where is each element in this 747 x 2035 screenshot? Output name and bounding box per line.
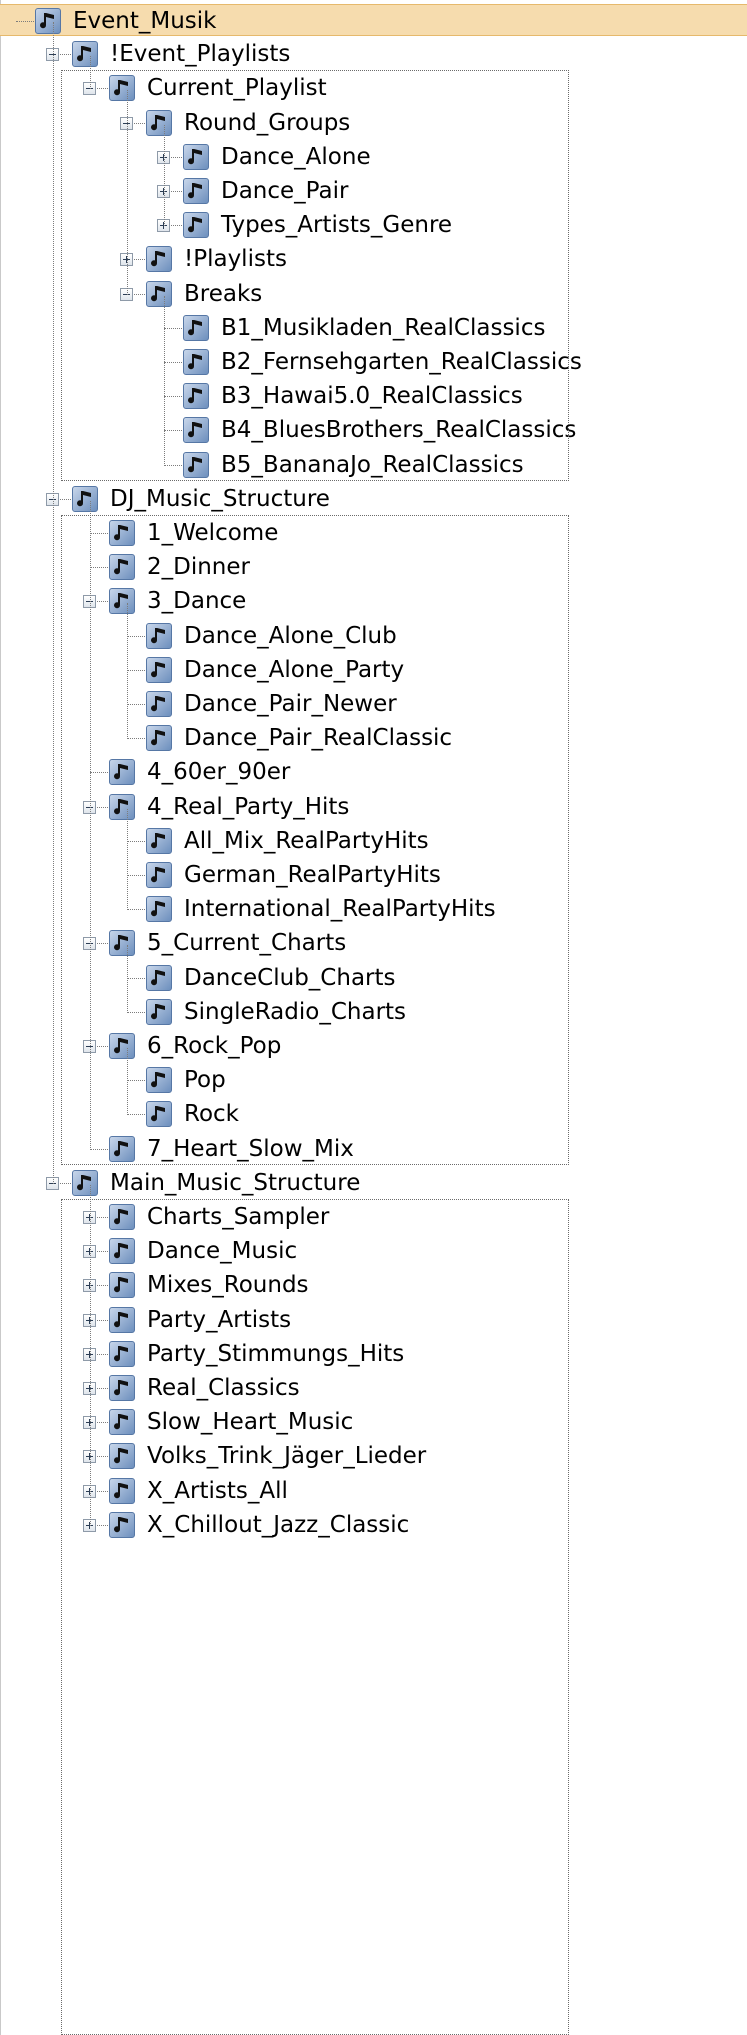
tree-node-label: DJ_Music_Structure	[110, 485, 330, 512]
tree-connector	[16, 21, 34, 22]
music-note-icon	[35, 8, 61, 34]
music-tree-view[interactable]: Event_Musik !Event_Playlists Current_Playl…	[0, 0, 747, 2035]
music-note-icon	[72, 485, 98, 512]
tree-row-main-music-structure[interactable]: Main_Music_Structure	[0, 1167, 747, 1199]
tree-row-dj-music-structure[interactable]: DJ_Music_Structure	[0, 483, 747, 515]
tree-node-label: !Event_Playlists	[110, 41, 291, 68]
music-note-icon	[72, 1169, 98, 1196]
group-focus-frame	[61, 1199, 569, 2035]
tree-guide-line	[53, 22, 54, 1184]
group-focus-frame	[61, 70, 569, 481]
tree-node-label: Event_Musik	[73, 8, 217, 34]
tree-node-label: Main_Music_Structure	[110, 1169, 361, 1196]
group-focus-frame	[61, 515, 569, 1165]
tree-row-event-musik[interactable]: Event_Musik	[0, 4, 747, 36]
music-note-icon	[72, 41, 98, 68]
tree-row-event-playlists[interactable]: !Event_Playlists	[0, 38, 747, 70]
